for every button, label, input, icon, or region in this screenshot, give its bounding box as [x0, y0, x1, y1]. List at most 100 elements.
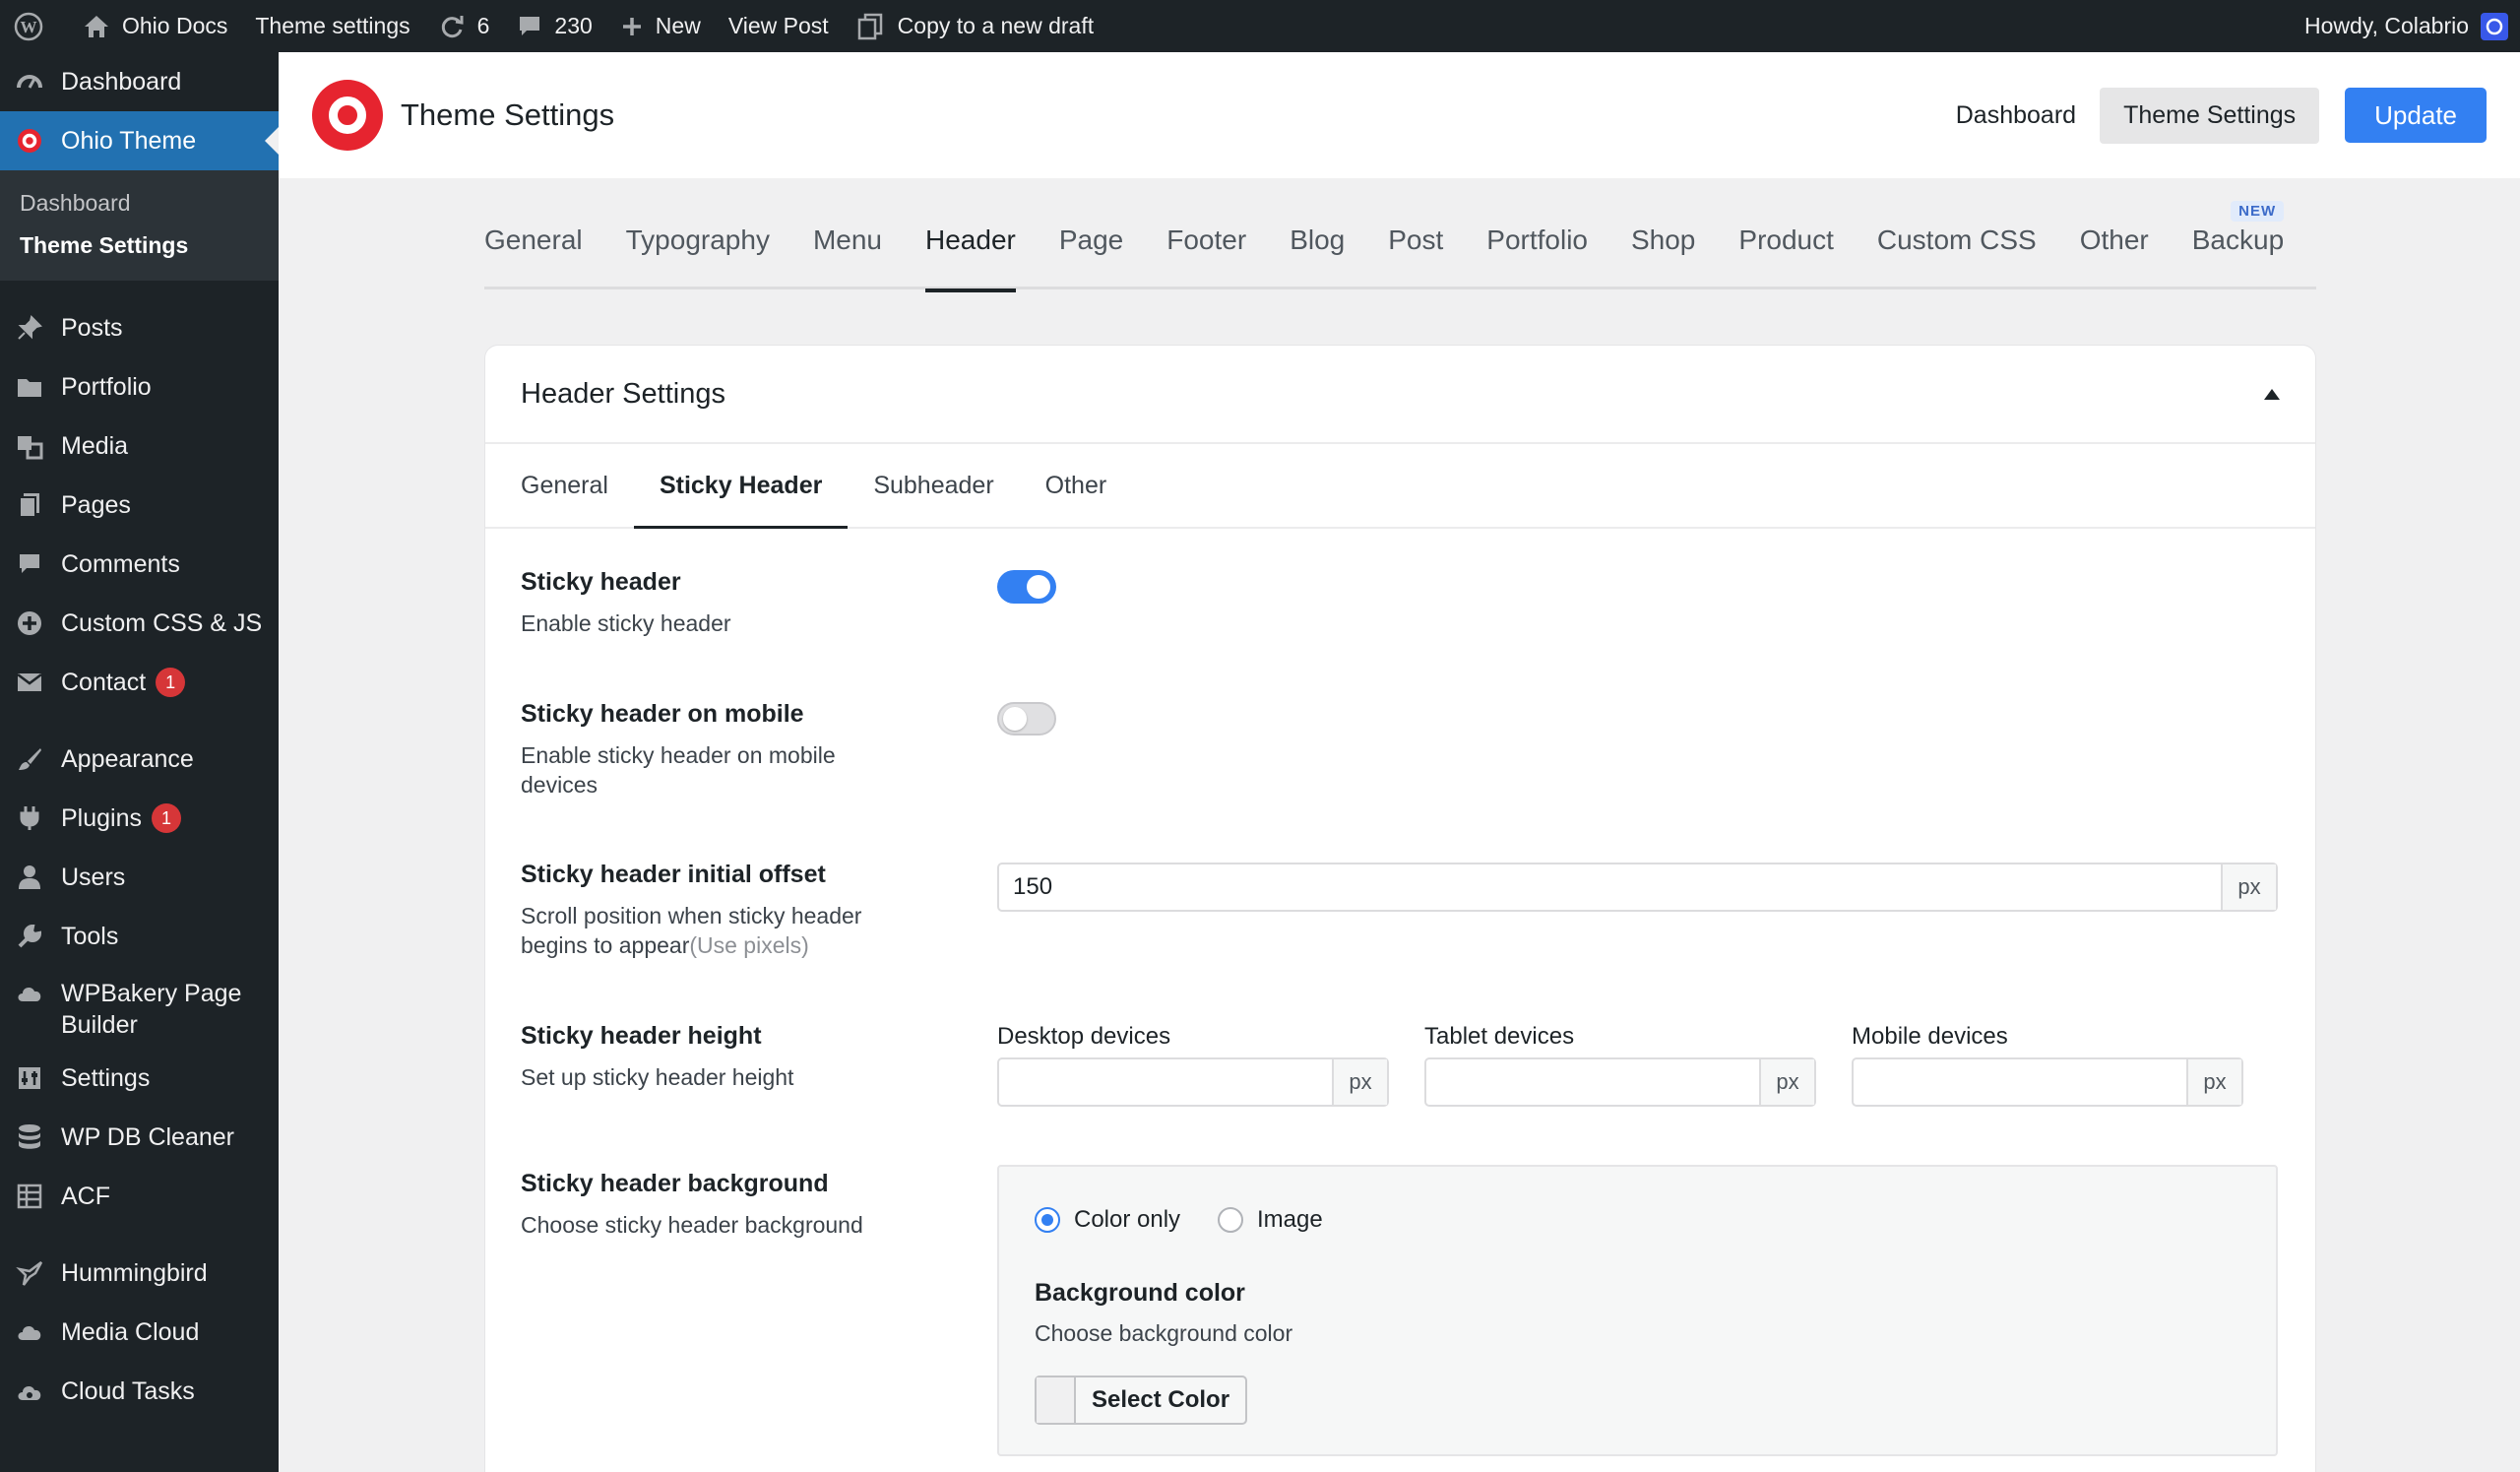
sticky-mobile-toggle[interactable]	[997, 702, 1056, 736]
radio-dot[interactable]	[1218, 1207, 1243, 1233]
desktop-height-value[interactable]	[999, 1059, 1332, 1105]
tab-header[interactable]: Header	[925, 207, 1016, 292]
wrench-icon	[14, 921, 45, 952]
tab-portfolio[interactable]: Portfolio	[1486, 207, 1588, 289]
sidebar-item-custom-css-js[interactable]: Custom CSS & JS	[0, 594, 279, 653]
submenu-theme-settings[interactable]: Theme Settings	[0, 224, 279, 267]
sidebar-item-media-cloud[interactable]: Media Cloud	[0, 1303, 279, 1362]
sidebar-item-wpbakery[interactable]: WPBakery Page Builder	[0, 966, 279, 1049]
sidebar-item-label: Posts	[61, 313, 123, 342]
offset-label: Sticky header initial offset	[521, 861, 826, 888]
plus-icon	[620, 15, 644, 38]
avatar	[2481, 12, 2508, 40]
updates-link[interactable]: 6	[424, 0, 504, 52]
sidebar-item-pages[interactable]: Pages	[0, 476, 279, 535]
notification-badge: 1	[156, 668, 186, 697]
mobile-height-input[interactable]: px	[1852, 1057, 2243, 1107]
sidebar-item-dashboard[interactable]: Dashboard	[0, 52, 279, 111]
sidebar-item-posts[interactable]: Posts	[0, 298, 279, 357]
user-icon	[14, 862, 45, 893]
sidebar-item-ohio-theme[interactable]: Ohio Theme	[0, 111, 279, 170]
sidebar-item-settings[interactable]: Settings	[0, 1049, 279, 1108]
panel-header[interactable]: Header Settings	[485, 346, 2315, 444]
radio-dot-checked[interactable]	[1035, 1207, 1060, 1233]
sidebar-item-contact[interactable]: Contact 1	[0, 653, 279, 712]
tab-post[interactable]: Post	[1388, 207, 1443, 289]
tab-page[interactable]: Page	[1059, 207, 1123, 289]
background-color-label: Background color	[1035, 1279, 1245, 1307]
site-name-link[interactable]: Ohio Docs	[69, 0, 241, 52]
tab-custom-css[interactable]: Custom CSS	[1877, 207, 2037, 289]
tablet-unit: px	[1759, 1059, 1814, 1105]
svg-text:W: W	[21, 18, 37, 36]
offset-desc: Scroll position when sticky header begin…	[521, 901, 914, 960]
sidebar-item-appearance[interactable]: Appearance	[0, 730, 279, 789]
plug-icon	[14, 802, 45, 834]
tab-typography[interactable]: Typography	[626, 207, 770, 289]
tab-blog[interactable]: Blog	[1290, 207, 1345, 289]
settings-icon	[14, 1062, 45, 1094]
sidebar-item-plugins[interactable]: Plugins 1	[0, 789, 279, 848]
sticky-mobile-desc: Enable sticky header on mobile devices	[521, 742, 836, 798]
settings-tabs: General Typography Menu Header Page Footer Blo…	[484, 201, 2316, 292]
tab-shop[interactable]: Shop	[1631, 207, 1695, 289]
sidebar-item-acf[interactable]: ACF	[0, 1167, 279, 1226]
tab-product[interactable]: Product	[1738, 207, 1834, 289]
wordpress-logo[interactable]: W	[0, 0, 69, 52]
subtab-general[interactable]: General	[521, 444, 608, 527]
cloud-icon	[14, 1316, 45, 1348]
tab-other[interactable]: Other	[2080, 207, 2149, 289]
copy-draft-label: Copy to a new draft	[897, 13, 1095, 38]
admin-bar: W Ohio Docs Theme settings 6 230 New Vie…	[0, 0, 2520, 52]
subtab-other[interactable]: Other	[1045, 444, 1107, 527]
site-name: Ohio Docs	[122, 13, 228, 38]
new-content-link[interactable]: New	[606, 0, 715, 52]
tab-general[interactable]: General	[484, 207, 583, 289]
subtab-sticky-header[interactable]: Sticky Header	[633, 444, 849, 529]
brush-icon	[14, 743, 45, 775]
radio-image[interactable]: Image	[1218, 1206, 1323, 1234]
sidebar-item-users[interactable]: Users	[0, 848, 279, 907]
update-button[interactable]: Update	[2345, 88, 2487, 143]
copy-icon	[856, 12, 886, 41]
dashboard-link[interactable]: Dashboard	[1932, 88, 2100, 144]
offset-input[interactable]: 150 px	[997, 863, 2278, 912]
sidebar-item-media[interactable]: Media	[0, 416, 279, 476]
admin-sidebar: Dashboard Ohio Theme Dashboard Theme Set…	[0, 52, 279, 1472]
sidebar-item-label: Appearance	[61, 744, 194, 773]
offset-value[interactable]: 150	[999, 864, 2221, 910]
tab-menu[interactable]: Menu	[813, 207, 882, 289]
theme-settings-link[interactable]: Theme Settings	[2100, 87, 2320, 144]
tab-footer[interactable]: Footer	[1166, 207, 1246, 289]
desktop-height-input[interactable]: px	[997, 1057, 1389, 1107]
sidebar-item-label: ACF	[61, 1182, 110, 1210]
sidebar-item-label: Comments	[61, 549, 180, 578]
sidebar-item-comments[interactable]: Comments	[0, 535, 279, 594]
submenu-dashboard[interactable]: Dashboard	[0, 182, 279, 224]
sidebar-item-portfolio[interactable]: Portfolio	[0, 357, 279, 416]
view-post-link[interactable]: View Post	[715, 0, 843, 52]
subtab-subheader[interactable]: Subheader	[873, 444, 993, 527]
theme-settings-link[interactable]: Theme settings	[241, 0, 423, 52]
sidebar-item-cloud-tasks[interactable]: Cloud Tasks	[0, 1362, 279, 1421]
tab-backup[interactable]: Backup NEW	[2192, 201, 2285, 289]
tablet-height-input[interactable]: px	[1424, 1057, 1816, 1107]
new-badge: NEW	[2231, 201, 2285, 222]
select-color-button[interactable]: Select Color	[1035, 1376, 1248, 1425]
ohio-logo-icon	[14, 125, 45, 157]
my-account[interactable]: Howdy, Colabrio	[2304, 12, 2520, 40]
mobile-height-value[interactable]	[1854, 1059, 2186, 1105]
sidebar-item-label: Settings	[61, 1063, 151, 1092]
sidebar-item-hummingbird[interactable]: Hummingbird	[0, 1244, 279, 1303]
comments-link[interactable]: 230	[503, 0, 605, 52]
mail-icon	[14, 667, 45, 698]
sidebar-item-wp-db-cleaner[interactable]: WP DB Cleaner	[0, 1108, 279, 1167]
sidebar-item-tools[interactable]: Tools	[0, 907, 279, 966]
tablet-height-value[interactable]	[1426, 1059, 1759, 1105]
sticky-header-toggle[interactable]	[997, 570, 1056, 604]
color-swatch[interactable]	[1037, 1377, 1076, 1423]
copy-draft-link[interactable]: Copy to a new draft	[843, 0, 1107, 52]
radio-color-only[interactable]: Color only	[1035, 1206, 1180, 1234]
desktop-unit: px	[1332, 1059, 1387, 1105]
collapse-caret-icon[interactable]	[2264, 388, 2280, 400]
